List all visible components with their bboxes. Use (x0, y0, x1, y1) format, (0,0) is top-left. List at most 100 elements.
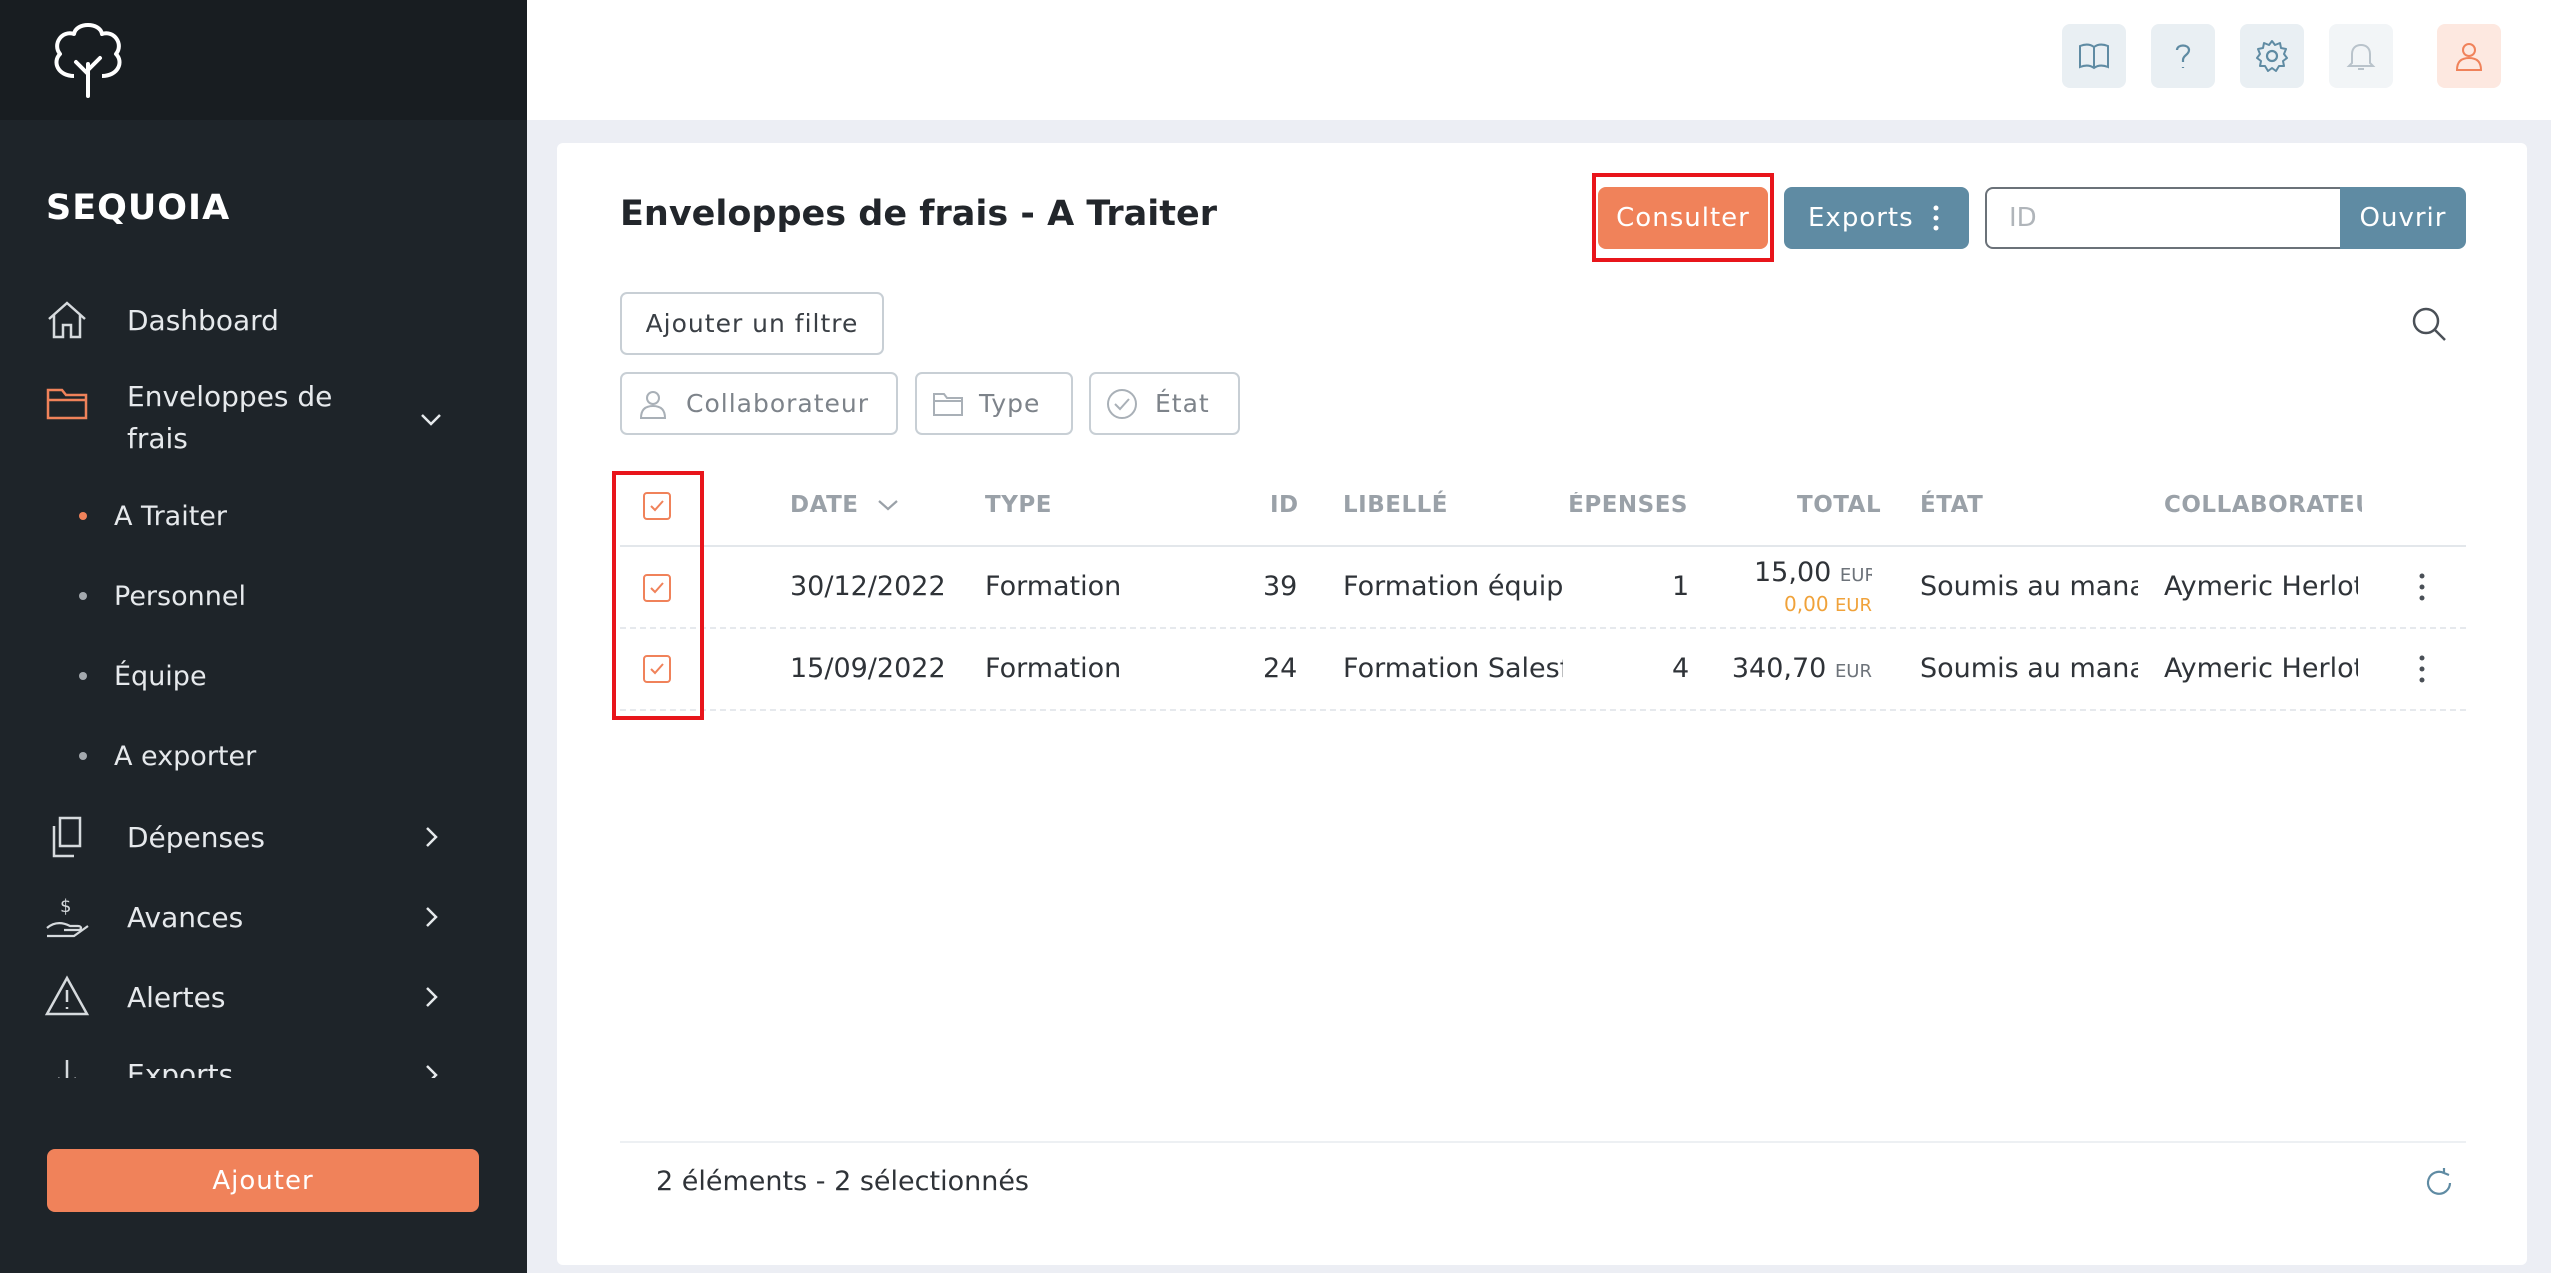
highlight-box-checkboxes (612, 471, 704, 720)
sidebar-item-avances[interactable]: $ Avances (0, 882, 527, 952)
open-button[interactable]: Ouvrir (2340, 187, 2466, 249)
chevron-down-icon (421, 414, 441, 426)
search-icon[interactable] (2410, 305, 2448, 343)
documentation-button[interactable] (2062, 24, 2126, 88)
dot (79, 752, 87, 760)
cell-depenses[interactable]: 4 (1672, 653, 1689, 684)
sidebar-item-label-line2: frais (127, 422, 188, 455)
chip-label: Type (979, 389, 1041, 418)
user-icon (639, 390, 667, 419)
sidebar-subitem-a-exporter[interactable]: A exporter (0, 726, 527, 786)
column-header-total[interactable]: TOTAL (1797, 492, 1881, 518)
column-header-collaborateur[interactable]: COLLABORATEUR (2164, 492, 2362, 518)
sidebar-item-label: Dashboard (127, 303, 279, 337)
sidebar-item-exports[interactable]: Exports (0, 1042, 527, 1078)
sidebar-subitem-label: Personnel (114, 580, 246, 612)
cell-date[interactable]: 30/12/2022 (790, 571, 946, 602)
filter-chip-type[interactable]: Type (915, 372, 1073, 435)
cell-etat[interactable]: Soumis au manager (1920, 571, 2138, 602)
total-amount: 15,00 (1754, 557, 1832, 588)
warning-icon (44, 975, 90, 1016)
chevron-right-icon (426, 1065, 438, 1078)
subtotal-currency: EUR (1834, 595, 1872, 616)
total-currency: EUR (1839, 565, 1872, 586)
row-menu-icon[interactable] (2412, 654, 2432, 684)
cell-id[interactable]: 39 (1263, 571, 1297, 602)
column-header-label: DATE (790, 492, 859, 518)
add-filter-button[interactable]: Ajouter un filtre (620, 292, 884, 355)
sidebar-item-label: Avances (127, 900, 244, 934)
bell-icon (2346, 43, 2376, 70)
sidebar-item-depenses[interactable]: Dépenses (0, 802, 527, 872)
sidebar-item-label: Enveloppes de (127, 380, 333, 413)
add-button[interactable]: Ajouter (47, 1149, 479, 1212)
settings-button[interactable] (2240, 24, 2304, 88)
cell-libelle[interactable]: Formation Salesforce (1343, 653, 1563, 684)
brand-name: SEQUOIA (46, 188, 231, 228)
folder-icon (46, 388, 88, 420)
cell-collaborateur[interactable]: Aymeric Herlot (2164, 653, 2358, 684)
column-header-etat[interactable]: ÉTAT (1920, 492, 1983, 518)
sidebar-subitem-equipe[interactable]: Équipe (0, 646, 527, 706)
cell-id[interactable]: 24 (1263, 653, 1297, 684)
selection-summary: 2 éléments - 2 sélectionnés (656, 1166, 1029, 1197)
chip-label: Collaborateur (686, 389, 870, 418)
user-menu-button[interactable] (2437, 24, 2501, 88)
notifications-button[interactable] (2329, 24, 2393, 88)
subtotal-amount: 0,00 (1784, 592, 1829, 616)
cell-type[interactable]: Formation (985, 653, 1121, 684)
cell-total[interactable]: 340,70 EUR (1724, 653, 1872, 684)
help-button[interactable] (2151, 24, 2215, 88)
cell-total[interactable]: 15,00 EUR (1754, 557, 1872, 588)
tree-logo-icon[interactable] (44, 14, 132, 102)
cell-etat[interactable]: Soumis au manager (1920, 653, 2138, 684)
column-header-type[interactable]: TYPE (985, 492, 1052, 518)
money-hand-icon: $ (46, 896, 89, 938)
column-header-date[interactable]: DATE (790, 492, 899, 518)
highlight-box-consult (1592, 173, 1774, 262)
cell-type[interactable]: Formation (985, 571, 1121, 602)
logo-area (0, 0, 527, 120)
gear-icon (2256, 40, 2288, 72)
sidebar-item-alertes[interactable]: Alertes (0, 962, 527, 1032)
chevron-right-icon (426, 987, 438, 1007)
refresh-icon[interactable] (2422, 1166, 2456, 1200)
sidebar-item-dashboard[interactable]: Dashboard (0, 285, 527, 355)
header-divider (620, 545, 2466, 547)
cell-date[interactable]: 15/09/2022 (790, 653, 946, 684)
row-menu-icon[interactable] (2412, 572, 2432, 602)
filter-chip-etat[interactable]: État (1089, 372, 1240, 435)
item-count: 2 éléments (656, 1166, 808, 1197)
footer-divider (620, 1141, 2466, 1143)
chevron-right-icon (426, 827, 438, 847)
column-header-libelle[interactable]: LIBELLÉ (1343, 492, 1448, 518)
folder-icon (933, 392, 963, 416)
sidebar-subitem-a-traiter[interactable]: A Traiter (0, 486, 527, 546)
row-divider (620, 709, 2466, 711)
column-header-id[interactable]: ID (1270, 492, 1299, 518)
selected-count: 2 sélectionnés (834, 1166, 1029, 1197)
id-input[interactable] (1985, 187, 2340, 249)
documents-icon (52, 816, 82, 858)
sidebar-subitem-label: Équipe (114, 660, 207, 692)
sidebar-subitem-label: A exporter (114, 740, 257, 772)
sidebar-item-enveloppes[interactable]: Enveloppes de frais (0, 370, 527, 470)
dot (79, 592, 87, 600)
cell-libelle[interactable]: Formation équipe (1343, 571, 1563, 602)
sidebar-subitem-personnel[interactable]: Personnel (0, 566, 527, 626)
cell-depenses[interactable]: 1 (1672, 571, 1689, 602)
exports-button[interactable]: Exports (1784, 187, 1969, 249)
exports-button-label: Exports (1808, 203, 1914, 233)
chevron-down-icon (878, 500, 898, 511)
filter-chip-collaborateur[interactable]: Collaborateur (620, 372, 898, 435)
check-circle-icon (1107, 388, 1137, 419)
dot (79, 672, 87, 680)
active-dot (79, 512, 87, 520)
top-bar (527, 0, 2551, 120)
help-icon (2175, 44, 2191, 68)
cell-subtotal: 0,00 EUR (1754, 592, 1872, 616)
page-title: Enveloppes de frais - A Traiter (620, 194, 1217, 234)
column-header-depenses[interactable]: DÉPENSES (1568, 492, 1688, 518)
cell-collaborateur[interactable]: Aymeric Herlot (2164, 571, 2358, 602)
sidebar-item-label: Dépenses (127, 820, 265, 854)
